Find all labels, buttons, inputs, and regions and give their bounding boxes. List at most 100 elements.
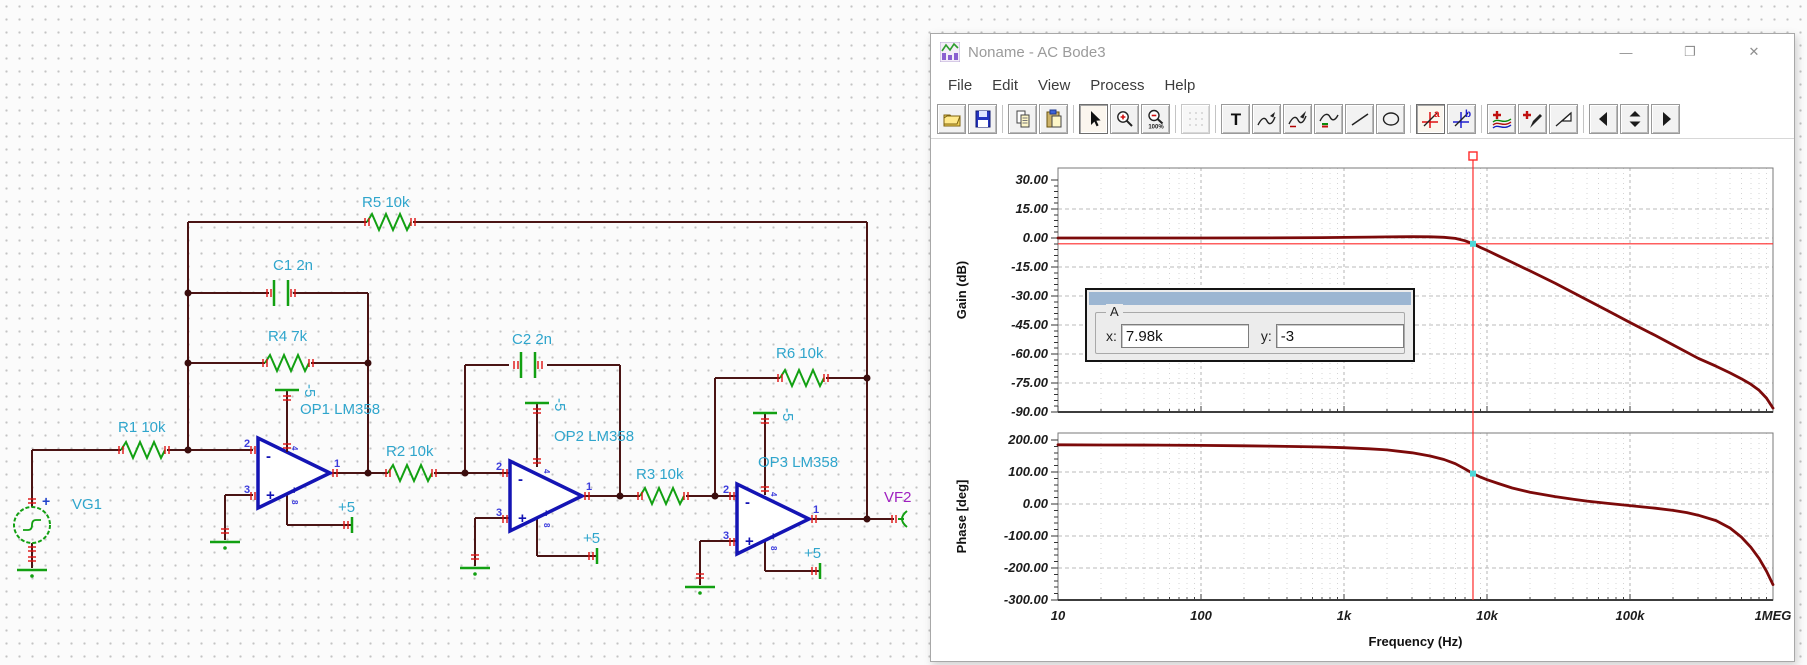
svg-text:b: b	[1465, 109, 1471, 120]
menu-item-process[interactable]: Process	[1080, 74, 1154, 97]
phase-tick-label: 0.00	[1023, 496, 1049, 511]
phase-axis-title: Phase [deg]	[954, 480, 969, 554]
toolbar-separator	[1175, 105, 1176, 133]
freq-tick-label: 100	[1190, 608, 1212, 623]
curve-edit-alt-icon[interactable]	[1283, 104, 1312, 134]
grid-icon[interactable]	[1181, 104, 1210, 134]
minimize-button[interactable]: —	[1594, 34, 1658, 70]
component-label-r4[interactable]: R4 7k	[268, 328, 308, 345]
svg-text:1: 1	[813, 504, 819, 516]
component-label-c1[interactable]: C1 2n	[273, 257, 313, 274]
resistor[interactable]	[639, 485, 685, 507]
cursor-y-label: y:	[1260, 328, 1272, 344]
menu-item-view[interactable]: View	[1028, 74, 1080, 97]
svg-text:1: 1	[586, 481, 592, 493]
component-label-vf2[interactable]: VF2	[884, 489, 912, 506]
ellipse-tool-icon[interactable]	[1376, 104, 1405, 134]
pen-pick-icon[interactable]	[1518, 104, 1547, 134]
phase-curve[interactable]	[1056, 443, 1775, 587]
phase-tick-label: -300.00	[1004, 592, 1049, 607]
zoom-in-icon[interactable]	[1110, 104, 1139, 134]
cursor-x-field[interactable]	[1120, 324, 1249, 348]
cursor-handle[interactable]	[1468, 151, 1478, 161]
nav-left-icon[interactable]	[1589, 104, 1618, 134]
save-icon[interactable]	[968, 104, 997, 134]
curve-edit-icon[interactable]	[1252, 104, 1281, 134]
svg-text:a: a	[1434, 109, 1440, 120]
menu-item-help[interactable]: Help	[1154, 74, 1205, 97]
resistor[interactable]	[120, 439, 166, 461]
svg-text:4: 4	[542, 469, 551, 474]
app-icon	[940, 42, 960, 62]
nav-right-icon[interactable]	[1651, 104, 1680, 134]
resistor[interactable]	[779, 367, 825, 389]
svg-text:T: T	[1230, 110, 1241, 129]
resistor[interactable]	[387, 462, 433, 484]
gain-tick-label: -90.00	[1011, 404, 1049, 419]
copy-icon[interactable]	[1008, 104, 1037, 134]
gain-tick-label: -45.00	[1011, 317, 1049, 332]
cursor-box-titlebar[interactable]	[1089, 292, 1411, 305]
window-title: Noname - AC Bode3	[968, 43, 1106, 61]
gain-tick-label: -30.00	[1011, 288, 1049, 303]
bode-plot[interactable]: 30.00 15.00 0.00 -15.00 -30.00 -45.00 -60.00 -7…	[931, 144, 1792, 661]
cursor-a-icon[interactable]: a	[1416, 104, 1445, 134]
svg-text:-: -	[518, 471, 523, 488]
svg-text:4: 4	[290, 446, 299, 451]
component-label-minus5[interactable]: -5	[551, 398, 568, 411]
close-button[interactable]: ✕	[1722, 34, 1786, 70]
component-label-r5[interactable]: R5 10k	[362, 194, 410, 211]
cursor-group-a: A x: y:	[1095, 304, 1405, 354]
toolbar-separator	[1583, 105, 1584, 133]
component-label-r3[interactable]: R3 10k	[636, 466, 684, 483]
cursor-phase-marker	[1469, 470, 1476, 477]
slope-flag-icon[interactable]	[1549, 104, 1578, 134]
text-tool-icon[interactable]: T	[1221, 104, 1250, 134]
component-label-op2[interactable]: OP2 LM358	[554, 428, 634, 445]
component-label-op1[interactable]: OP1 LM358	[300, 401, 380, 418]
gain-axis-title: Gain (dB)	[954, 261, 969, 320]
freq-tick-label: 1MEG	[1755, 608, 1792, 623]
svg-text:3: 3	[496, 507, 502, 519]
component-label-vg1[interactable]: VG1	[72, 496, 102, 513]
maximize-button[interactable]: ❐	[1658, 34, 1722, 70]
component-label-minus5[interactable]: -5	[779, 408, 796, 421]
cursor-gain-marker	[1469, 240, 1476, 247]
component-label-plus5[interactable]: +5	[583, 530, 600, 547]
select-arrow-icon[interactable]	[1079, 104, 1108, 134]
component-label-r6[interactable]: R6 10k	[776, 345, 824, 362]
component-label-c2[interactable]: C2 2n	[512, 331, 552, 348]
component-label-minus5[interactable]: -5	[301, 384, 318, 397]
zoom-100-icon[interactable]: 100%	[1141, 104, 1170, 134]
titlebar[interactable]: Noname - AC Bode3 — ❐ ✕	[931, 34, 1794, 70]
open-file-icon[interactable]	[937, 104, 966, 134]
component-label-op3[interactable]: OP3 LM358	[758, 454, 838, 471]
freq-axis-title: Frequency (Hz)	[1369, 634, 1463, 649]
svg-text:2: 2	[723, 484, 729, 496]
add-curve-icon[interactable]	[1487, 104, 1516, 134]
toolbar-separator	[1410, 105, 1411, 133]
svg-text:+: +	[770, 531, 776, 543]
component-label-plus5[interactable]: +5	[338, 499, 355, 516]
phase-tick-label: -200.00	[1004, 560, 1049, 575]
phase-tick-label: 200.00	[1007, 432, 1049, 447]
svg-text:8: 8	[542, 523, 551, 528]
cursor-group-label: A	[1106, 304, 1123, 319]
nav-spin-icon[interactable]	[1620, 104, 1649, 134]
paste-icon[interactable]	[1039, 104, 1068, 134]
menu-item-file[interactable]: File	[938, 74, 982, 97]
component-label-r1[interactable]: R1 10k	[118, 419, 166, 436]
cursor-info-box[interactable]: A x: y:	[1085, 288, 1415, 362]
toolbar-separator	[1002, 105, 1003, 133]
cursor-y-field[interactable]	[1275, 324, 1404, 348]
svg-text:8: 8	[769, 546, 778, 551]
cursor-b-icon[interactable]: b	[1447, 104, 1476, 134]
curve-marks-icon[interactable]	[1314, 104, 1343, 134]
resistor[interactable]	[264, 352, 310, 374]
component-label-r2[interactable]: R2 10k	[386, 443, 434, 460]
line-tool-icon[interactable]	[1345, 104, 1374, 134]
gain-tick-label: 30.00	[1015, 172, 1048, 187]
component-label-plus5[interactable]: +5	[804, 545, 821, 562]
menu-item-edit[interactable]: Edit	[982, 74, 1028, 97]
resistor[interactable]	[366, 211, 412, 233]
